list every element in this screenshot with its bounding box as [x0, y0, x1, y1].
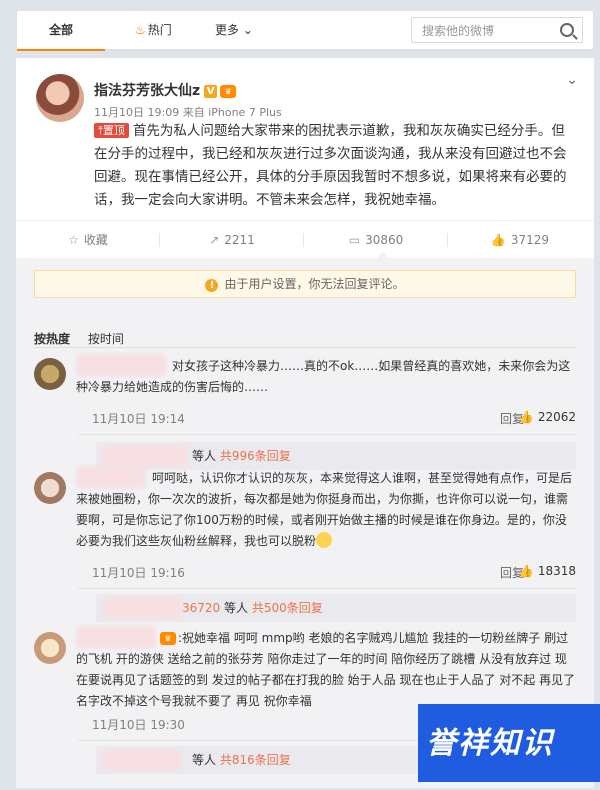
- divider: [34, 347, 576, 348]
- sort-by-hot[interactable]: 按热度: [34, 332, 70, 346]
- comment-time: 11月10日 19:14: [92, 412, 185, 426]
- comment-like-count: 18318: [537, 564, 576, 578]
- comment-count: 30860: [365, 233, 404, 247]
- comment-icon: ▭: [348, 233, 361, 247]
- commenter-avatar[interactable]: [34, 472, 66, 504]
- comment-text: 呵呵哒，认识你才认识的灰灰，本来觉得这人谁啊，甚至觉得她有点作，可是后来被她圈粉…: [76, 468, 576, 552]
- comment-text-body: :祝她幸福 呵呵 mmp哟 老娘的名字贼鸡儿尴尬 我挂的一切粉丝牌子 刷过的飞机…: [76, 631, 576, 708]
- tab-hot[interactable]: ♨ 热门: [135, 11, 172, 49]
- sub-reply-count: 共816条回复: [219, 753, 291, 767]
- post-card: 指法芬芳张大仙z V ♛ 11月10日 19:09 来自 iPhone 7 Plus…: [16, 58, 594, 788]
- sub-replies-link[interactable]: 等人 共996条回复: [96, 442, 576, 470]
- pinned-label: 置顶: [102, 124, 125, 137]
- comment-like-button[interactable]: 👍 22062: [519, 410, 576, 424]
- watermark-text: 誉祥知识: [426, 726, 554, 761]
- chevron-down-icon[interactable]: ⌄: [566, 72, 578, 88]
- comment-text: 对女孩子这种冷暴力……真的不ok……如果曾经真的喜欢她，未来你会为这种冷暴力给她…: [76, 359, 571, 394]
- sub-reply-prefix: 36720: [182, 601, 221, 615]
- forward-button[interactable]: ↗ 2211: [160, 221, 304, 259]
- favorite-button[interactable]: ☆ 收藏: [16, 221, 160, 259]
- blurred-usernames: [102, 598, 182, 618]
- sub-reply-suffix: 等人: [224, 601, 249, 615]
- search-input[interactable]: [420, 19, 554, 43]
- post-time[interactable]: 11月10日 19:09: [94, 106, 179, 119]
- post-source: 来自 iPhone 7 Plus: [182, 106, 282, 119]
- vip-icon: ♛: [220, 85, 237, 98]
- author-avatar[interactable]: [36, 74, 84, 122]
- favorite-label: 收藏: [83, 233, 108, 247]
- author-name-text: 指法芬芳张大仙z: [94, 83, 201, 99]
- chevron-down-icon: ⌄: [242, 23, 253, 37]
- pinned-badge: ⤒置顶: [94, 123, 129, 138]
- post-body: ⤒置顶 首先为私人问题给大家带来的困扰表示道歉，我和灰灰确实已经分手。但在分手的过…: [94, 120, 574, 212]
- comment-text: ♛:祝她幸福 呵呵 mmp哟 老娘的名字贼鸡儿尴尬 我挂的一切粉丝牌子 刷过的飞…: [76, 628, 576, 712]
- blurred-usernames: [102, 446, 188, 466]
- sub-reply-suffix: 等人: [192, 449, 217, 463]
- tab-hot-label: 热门: [147, 23, 172, 37]
- post-text: 首先为私人问题给大家带来的困扰表示道歉，我和灰灰确实已经分手。但在分手的过程中，…: [94, 123, 567, 208]
- comment-item: 对女孩子这种冷暴力……真的不ok……如果曾经真的喜欢她，未来你会为这种冷暴力给她…: [34, 354, 576, 470]
- sub-reply-suffix: 等人: [192, 753, 217, 767]
- blurred-usernames: [102, 750, 182, 770]
- flame-icon: ♨: [135, 23, 146, 37]
- watermark-logo: 誉祥知识: [418, 704, 600, 782]
- like-button[interactable]: 👍 37129: [448, 221, 592, 259]
- reply-disabled-notice: ! 由于用户设置，你无法回复评论。: [34, 270, 576, 298]
- smile-emoji-icon: [316, 532, 333, 548]
- commenter-avatar[interactable]: [34, 358, 66, 390]
- comment-like-button[interactable]: 👍 18318: [519, 564, 576, 578]
- divider: [78, 434, 576, 435]
- like-count: 37129: [510, 233, 550, 247]
- comment-item: 呵呵哒，认识你才认识的灰灰，本来觉得这人谁啊，甚至觉得她有点作，可是后来被她圈粉…: [34, 466, 576, 622]
- tab-more[interactable]: 更多 ⌄: [215, 11, 253, 49]
- comment-time: 11月10日 19:30: [92, 718, 185, 732]
- thumb-up-icon: 👍: [490, 233, 506, 247]
- comment-sort: 按热度 按时间: [34, 330, 124, 347]
- post-meta: 11月10日 19:09 来自 iPhone 7 Plus: [94, 104, 282, 120]
- verified-badge: V: [204, 85, 218, 98]
- sub-replies-link[interactable]: 36720 等人 共500条回复: [96, 594, 576, 622]
- author-name[interactable]: 指法芬芳张大仙z V ♛: [94, 80, 237, 100]
- vip-icon: ♛: [160, 632, 176, 645]
- sub-replies-link[interactable]: 等人 共816条回复: [96, 746, 426, 774]
- comment-button[interactable]: ▭ 30860: [304, 221, 448, 259]
- tab-more-label: 更多: [215, 23, 240, 37]
- post-actions: ☆ 收藏 ↗ 2211 ▭ 30860 👍 37129: [16, 220, 594, 260]
- tab-all[interactable]: 全部: [17, 11, 105, 51]
- forward-icon: ↗: [209, 233, 220, 247]
- forward-count: 2211: [224, 233, 255, 247]
- warning-icon: !: [205, 279, 219, 292]
- commenter-avatar[interactable]: [34, 632, 66, 664]
- comment-like-count: 22062: [537, 410, 576, 424]
- thumb-up-icon: 👍: [518, 564, 534, 578]
- tab-bar: 全部 ♨ 热门 更多 ⌄: [16, 10, 594, 51]
- notice-text: 由于用户设置，你无法回复评论。: [224, 277, 405, 291]
- star-icon: ☆: [68, 233, 79, 247]
- comment-time: 11月10日 19:16: [92, 566, 185, 580]
- thumb-up-icon: 👍: [518, 410, 534, 424]
- divider: [78, 588, 576, 589]
- sort-by-time[interactable]: 按时间: [88, 332, 124, 346]
- search-icon[interactable]: [560, 23, 574, 37]
- sub-reply-count: 共500条回复: [251, 601, 323, 615]
- sub-reply-count: 共996条回复: [219, 449, 291, 463]
- divider: [78, 740, 428, 741]
- search-box: [411, 17, 583, 43]
